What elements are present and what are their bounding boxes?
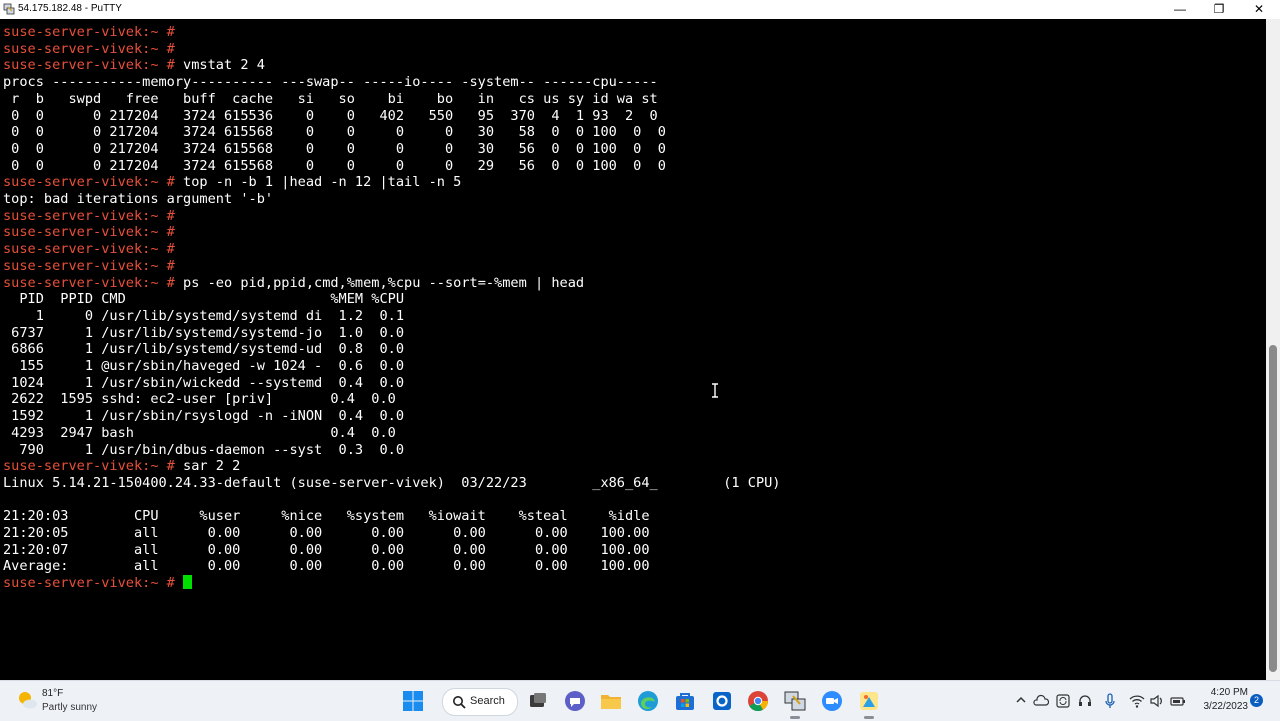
windows-taskbar: 81°F Partly sunny Search 4:20 PM 3/22/20… [0, 680, 1280, 721]
shell-command: top -n -b 1 |head -n 12 |tail -n 5 [174, 174, 462, 191]
scrollbar-thumb[interactable] [1269, 345, 1277, 672]
terminal-output-line: 21:20:03 CPU %user %nice %system %iowait… [3, 508, 650, 525]
terminal-prompt-line: suse-server-vivek:~ # sar 2 2 [3, 458, 240, 474]
text-cursor-ibeam-icon [712, 383, 718, 398]
shell-prompt: suse-server-vivek:~ # [3, 274, 175, 291]
window-title: 54.175.182.48 - PuTTY [18, 3, 122, 14]
terminal-output-line: 1 0 /usr/lib/systemd/systemd di 1.2 0.1 [3, 307, 405, 324]
terminal-output-line: r b swpd free buff cache si so bi bo in … [3, 90, 658, 107]
shell-prompt: suse-server-vivek:~ # [3, 241, 175, 258]
terminal-output-line: 0 0 0 217204 3724 615568 0 0 0 0 30 58 0… [3, 124, 666, 141]
terminal-prompt-line: suse-server-vivek:~ # [3, 208, 175, 224]
terminal-output-line: top: bad iterations argument '-b' [3, 191, 274, 207]
putty-active-indicator [790, 716, 800, 719]
terminal-output-line: 6866 1 /usr/lib/systemd/systemd-ud 0.8 0… [3, 341, 405, 358]
volume-icon[interactable] [1149, 693, 1165, 709]
terminal-prompt-line: suse-server-vivek:~ # [3, 241, 175, 257]
putty-taskbar-icon[interactable] [783, 689, 807, 713]
terminal-prompt-line: suse-server-vivek:~ # ps -eo pid,ppid,cm… [3, 275, 584, 291]
chrome-browser-icon[interactable] [746, 689, 770, 713]
onedrive-cloud-icon[interactable] [1033, 693, 1049, 709]
search-label: Search [470, 695, 505, 707]
weather-description: Partly sunny [42, 702, 98, 713]
terminal-prompt-line: suse-server-vivek:~ # top -n -b 1 |head … [3, 174, 461, 190]
shell-command: ps -eo pid,ppid,cmd,%mem,%cpu --sort=-%m… [174, 274, 585, 291]
terminal-area[interactable]: suse-server-vivek:~ # suse-server-vivek:~… [0, 19, 1266, 680]
search-icon [453, 696, 466, 709]
terminal-output-line: 1592 1 /usr/sbin/rsyslogd -n -iNON 0.4 0… [3, 408, 405, 425]
shell-prompt: suse-server-vivek:~ # [3, 57, 175, 74]
shell-prompt: suse-server-vivek:~ # [3, 257, 175, 274]
shell-prompt: suse-server-vivek:~ # [3, 575, 175, 592]
microphone-icon[interactable] [1103, 693, 1117, 709]
shell-prompt: suse-server-vivek:~ # [3, 458, 175, 475]
notification-badge[interactable]: 2 [1250, 694, 1263, 707]
terminal-output-line: 0 0 0 217204 3724 615568 0 0 0 0 29 56 0… [3, 157, 666, 174]
shell-command: vmstat 2 4 [174, 57, 265, 74]
terminal-cursor [183, 575, 193, 590]
windows-start-icon[interactable] [401, 689, 425, 713]
restore-button[interactable]: ❐ [1200, 0, 1238, 19]
terminal-output-line: Average: all 0.00 0.00 0.00 0.00 0.00 10… [3, 558, 650, 575]
terminal-output-line: 21:20:07 all 0.00 0.00 0.00 0.00 0.00 10… [3, 541, 650, 558]
terminal-output-line: 0 0 0 217204 3724 615568 0 0 0 0 30 56 0… [3, 140, 666, 157]
terminal-output-line: 2622 1595 sshd: ec2-user [priv] 0.4 0.0 [3, 391, 396, 408]
shell-prompt: suse-server-vivek:~ # [3, 24, 175, 40]
partly-sunny-icon [19, 692, 37, 709]
terminal-prompt-line: suse-server-vivek:~ # vmstat 2 4 [3, 57, 265, 73]
shell-command: sar 2 2 [174, 458, 241, 475]
close-button[interactable]: ✕ [1240, 0, 1278, 19]
shell-prompt: suse-server-vivek:~ # [3, 224, 175, 241]
window-titlebar[interactable]: 54.175.182.48 - PuTTY — ❐ ✕ [0, 0, 1280, 19]
terminal-output-line: 21:20:05 all 0.00 0.00 0.00 0.00 0.00 10… [3, 525, 650, 541]
weather-temperature: 81°F [42, 688, 64, 699]
terminal-output-line: 790 1 /usr/bin/dbus-daemon --syst 0.3 0.… [3, 441, 405, 458]
clock-time: 4:20 PM [1210, 687, 1248, 698]
sync-icon[interactable] [1055, 693, 1071, 709]
terminal-prompt-line: suse-server-vivek:~ # [3, 575, 193, 592]
zoom-icon[interactable] [820, 689, 844, 713]
shell-command [175, 575, 183, 591]
battery-icon[interactable] [1170, 693, 1186, 709]
clock-date: 3/22/2023 [1203, 701, 1249, 712]
shell-prompt: suse-server-vivek:~ # [3, 40, 175, 57]
chevron-up-icon[interactable] [1014, 693, 1028, 707]
system-clock[interactable]: 4:20 PM 3/22/2023 [1198, 686, 1249, 714]
file-explorer-icon[interactable] [599, 689, 623, 713]
terminal-output-line: 1024 1 /usr/sbin/wickedd --systemd 0.4 0… [3, 374, 405, 391]
terminal-output-line: 4293 2947 bash 0.4 0.0 [3, 424, 396, 441]
terminal-output-line: procs -----------memory---------- ---swa… [3, 74, 658, 91]
terminal-output-line: 155 1 @usr/sbin/haveged -w 1024 - 0.6 0.… [3, 358, 405, 374]
terminal-prompt-line: suse-server-vivek:~ # [3, 258, 175, 274]
paint-app-icon[interactable] [857, 689, 881, 713]
paint-active-indicator [864, 716, 874, 719]
shell-prompt: suse-server-vivek:~ # [3, 174, 175, 191]
putty-app-icon[interactable] [3, 3, 15, 15]
terminal-output-line: Linux 5.14.21-150400.24.33-default (suse… [3, 474, 781, 491]
terminal-output-line: 6737 1 /usr/lib/systemd/systemd-jo 1.0 0… [3, 324, 405, 341]
headset-icon[interactable] [1077, 693, 1093, 709]
wifi-icon[interactable] [1129, 693, 1145, 709]
taskbar-search-button[interactable]: Search [442, 688, 518, 716]
terminal-scrollbar[interactable] [1266, 19, 1280, 680]
microsoft-store-icon[interactable] [673, 689, 697, 713]
teams-chat-icon[interactable] [563, 689, 587, 713]
terminal-prompt-line: suse-server-vivek:~ # [3, 224, 175, 240]
terminal-output-line: PID PPID CMD %MEM %CPU [3, 291, 405, 308]
edge-browser-icon[interactable] [636, 689, 660, 713]
task-view-icon[interactable] [526, 689, 550, 713]
shell-prompt: suse-server-vivek:~ # [3, 207, 175, 224]
outlook-icon[interactable] [710, 689, 734, 713]
terminal-prompt-line: suse-server-vivek:~ # [3, 24, 175, 40]
terminal-prompt-line: suse-server-vivek:~ # [3, 41, 175, 57]
minimize-button[interactable]: — [1161, 0, 1199, 19]
terminal-output-line: 0 0 0 217204 3724 615536 0 0 402 550 95 … [3, 107, 658, 124]
